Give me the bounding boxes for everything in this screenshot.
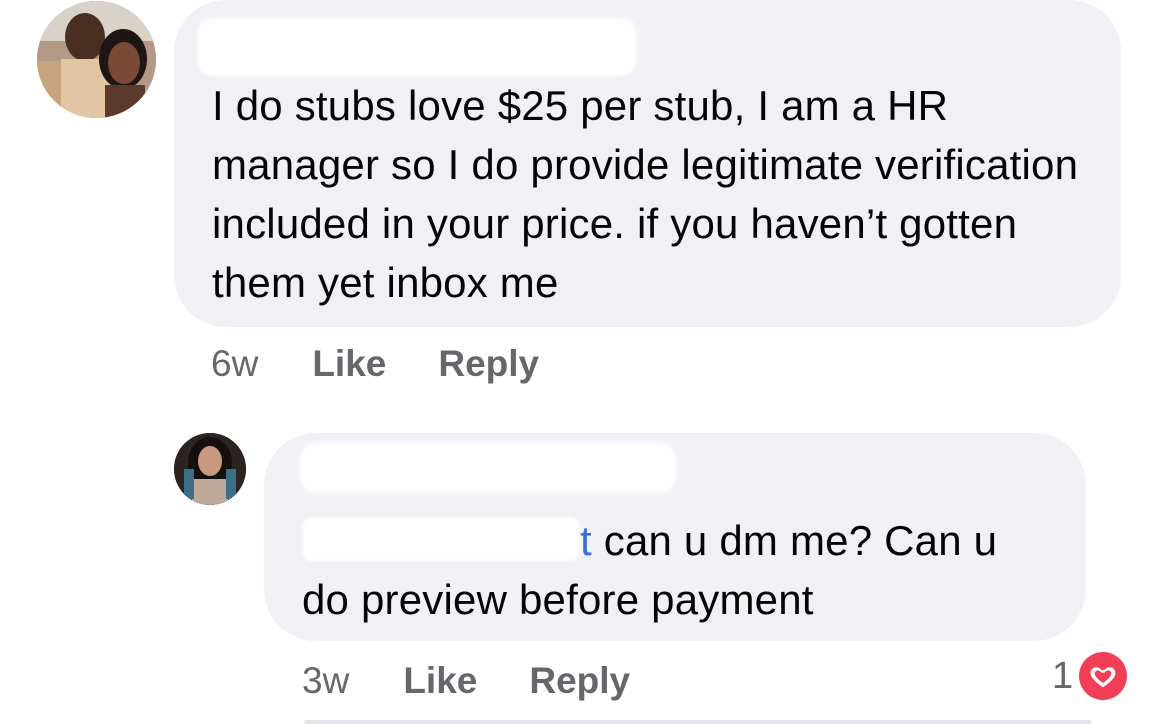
reply-button[interactable]: Reply: [438, 343, 539, 385]
author-name-redacted: [300, 443, 676, 493]
divider: [304, 720, 1092, 724]
reaction-summary[interactable]: 1: [1052, 652, 1128, 700]
heart-icon: [1079, 652, 1128, 700]
reply-timestamp[interactable]: 3w: [302, 660, 349, 702]
mention-link[interactable]: t: [580, 517, 592, 564]
comment-thread: I do stubs love $25 per stub, I am a HR …: [0, 0, 1170, 724]
author-name-redacted: [198, 18, 636, 76]
commenter-avatar[interactable]: [37, 1, 156, 118]
mention-redacted: [302, 517, 580, 561]
reply-avatar[interactable]: [174, 433, 246, 505]
comment-timestamp[interactable]: 6w: [211, 343, 258, 385]
reply-actions: 3w Like Reply: [302, 660, 682, 702]
comment-text: I do stubs love $25 per stub, I am a HR …: [212, 82, 1079, 306]
like-button[interactable]: Like: [403, 660, 477, 702]
reply-text: t can u dm me? Can u do preview before p…: [302, 511, 1056, 629]
reply-bubble: t can u dm me? Can u do preview before p…: [264, 433, 1086, 641]
comment-bubble: I do stubs love $25 per stub, I am a HR …: [174, 0, 1121, 327]
comment-actions: 6w Like Reply: [211, 343, 591, 385]
reply-button[interactable]: Reply: [529, 660, 630, 702]
reaction-count: 1: [1052, 654, 1074, 697]
couple-photo-avatar: [37, 1, 156, 118]
woman-photo-avatar: [174, 433, 246, 505]
like-button[interactable]: Like: [312, 343, 386, 385]
